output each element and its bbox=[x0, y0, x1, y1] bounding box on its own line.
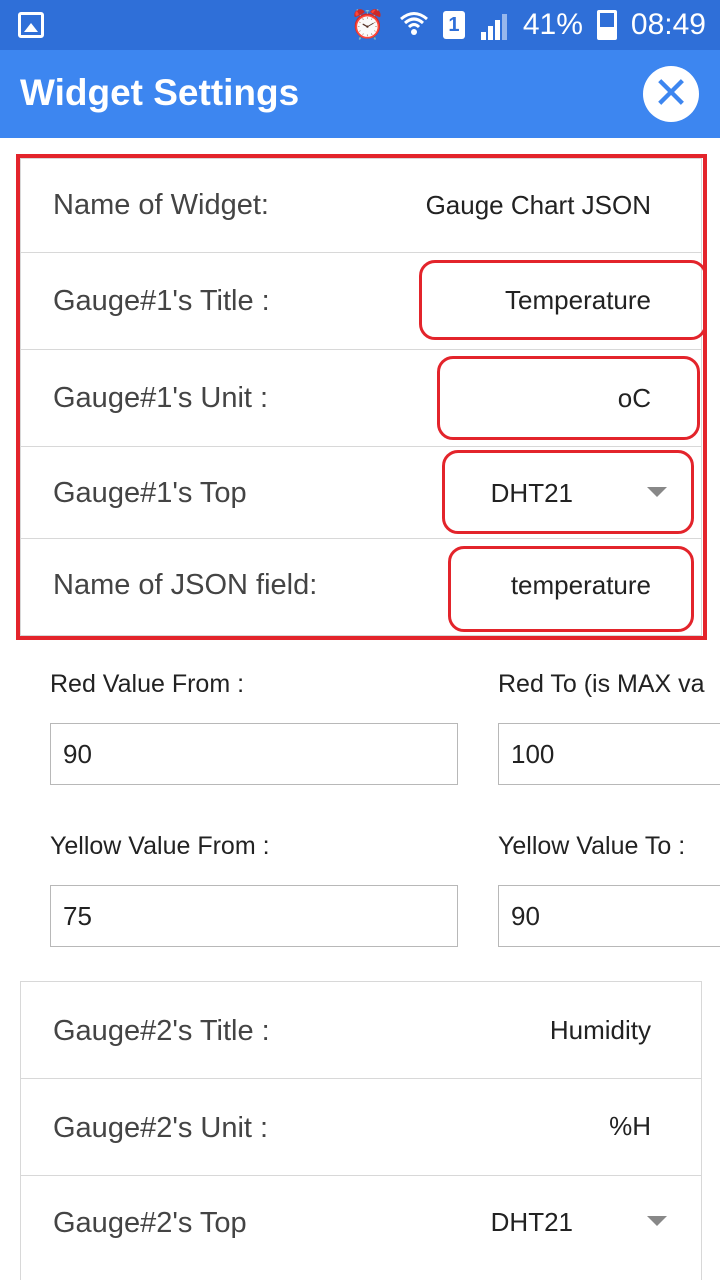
highlight-title-value bbox=[419, 260, 707, 340]
sim-icon: 1 bbox=[442, 11, 465, 39]
red-to-input[interactable]: 100 bbox=[498, 723, 720, 785]
red-to-label: Red To (is MAX va bbox=[498, 670, 705, 698]
highlight-json-value bbox=[448, 546, 694, 632]
alarm-icon: ⏰ bbox=[350, 9, 385, 40]
battery-percent: 41% bbox=[522, 8, 583, 41]
gauge2-topic-row[interactable]: Gauge#2's Top DHT21 bbox=[21, 1176, 701, 1268]
wifi-icon bbox=[399, 10, 429, 41]
yellow-from-label: Yellow Value From : bbox=[50, 832, 270, 860]
red-from-input[interactable]: 90 bbox=[50, 723, 458, 785]
highlight-topic-value bbox=[442, 450, 694, 534]
yellow-from-input[interactable]: 75 bbox=[50, 885, 458, 947]
status-bar: ⏰ 1 41% 08:49 bbox=[0, 0, 720, 50]
highlight-unit-value bbox=[437, 356, 700, 440]
gauge2-settings-panel: Gauge#2's Title : Humidity Gauge#2's Uni… bbox=[20, 981, 702, 1280]
gauge2-topic-value[interactable]: DHT21 bbox=[491, 1207, 573, 1238]
signal-icon bbox=[479, 10, 509, 40]
red-from-label: Red Value From : bbox=[50, 670, 245, 698]
gauge2-unit-row: Gauge#2's Unit : %H bbox=[21, 1079, 701, 1176]
gauge2-topic-label: Gauge#2's Top bbox=[53, 1207, 247, 1239]
gauge2-title-value[interactable]: Humidity bbox=[550, 1015, 651, 1046]
gauge2-title-row: Gauge#2's Title : Humidity bbox=[21, 982, 701, 1079]
page-title: Widget Settings bbox=[20, 72, 300, 113]
gauge2-title-label: Gauge#2's Title : bbox=[53, 1015, 270, 1047]
chevron-down-icon[interactable] bbox=[647, 1216, 667, 1226]
gauge2-unit-label: Gauge#2's Unit : bbox=[53, 1112, 269, 1144]
app-bar: Widget Settings bbox=[0, 50, 720, 138]
close-icon[interactable]: ✕ bbox=[643, 66, 699, 122]
gauge2-unit-value[interactable]: %H bbox=[609, 1111, 651, 1142]
image-icon bbox=[18, 12, 44, 38]
yellow-to-input[interactable]: 90 bbox=[498, 885, 720, 947]
clock: 08:49 bbox=[630, 8, 706, 41]
battery-icon bbox=[596, 10, 617, 40]
status-icons: ⏰ 1 41% 08:49 bbox=[350, 0, 706, 50]
yellow-to-label: Yellow Value To : bbox=[498, 832, 686, 860]
